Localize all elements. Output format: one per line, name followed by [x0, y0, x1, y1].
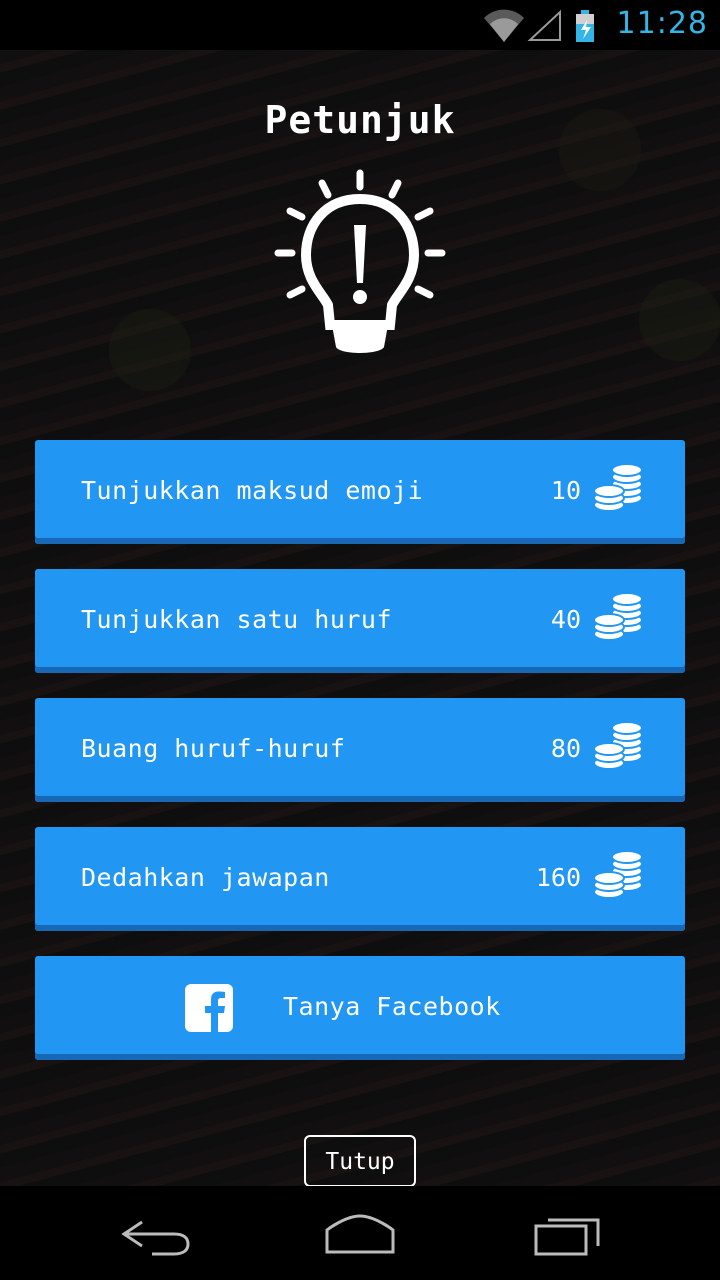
- hint-button-remove-letters[interactable]: Buang huruf-huruf 80: [35, 698, 685, 802]
- ask-facebook-label: Tanya Facebook: [283, 992, 501, 1021]
- hint-button-reveal-answer[interactable]: Dedahkan jawapan 160: [35, 827, 685, 931]
- navigation-bar: [0, 1186, 720, 1280]
- home-icon[interactable]: [315, 1212, 405, 1256]
- back-icon[interactable]: [112, 1212, 202, 1256]
- status-icons: [484, 9, 594, 42]
- recent-apps-icon[interactable]: [520, 1212, 610, 1256]
- hint-label: Tunjukkan satu huruf: [81, 605, 393, 634]
- coins-icon: [593, 592, 643, 641]
- coins-icon: [593, 463, 643, 512]
- hint-label: Dedahkan jawapan: [81, 863, 330, 892]
- coins-icon: [593, 721, 643, 770]
- clock: 11:28: [616, 6, 708, 41]
- ask-facebook-button[interactable]: Tanya Facebook: [35, 956, 685, 1060]
- battery-charging-icon: [576, 10, 594, 42]
- hint-cost: 40: [550, 605, 581, 634]
- hint-cost: 10: [550, 476, 581, 505]
- dialog-title: Petunjuk: [264, 98, 456, 142]
- hint-dialog-screen: Petunjuk Tunjukkan maksud emoji 10 Tunju…: [0, 50, 720, 1186]
- hint-button-show-emoji-meaning[interactable]: Tunjukkan maksud emoji 10: [35, 440, 685, 544]
- coins-icon: [593, 850, 643, 899]
- hint-cost: 160: [535, 863, 581, 892]
- hint-label: Buang huruf-huruf: [81, 734, 346, 763]
- hint-cost: 80: [550, 734, 581, 763]
- wifi-icon: [484, 9, 524, 42]
- hint-label: Tunjukkan maksud emoji: [81, 476, 424, 505]
- status-bar: 11:28: [0, 0, 720, 50]
- facebook-icon: [185, 984, 233, 1032]
- lightbulb-exclamation-icon: [274, 169, 446, 353]
- close-button[interactable]: Tutup: [304, 1135, 416, 1186]
- hint-button-show-one-letter[interactable]: Tunjukkan satu huruf 40: [35, 569, 685, 673]
- signal-icon: [527, 9, 561, 41]
